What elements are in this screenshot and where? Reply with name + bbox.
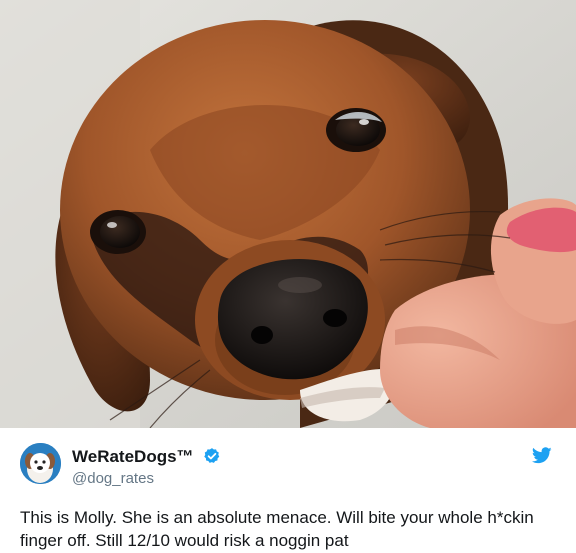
verified-badge-icon bbox=[204, 448, 220, 463]
dog-avatar-icon bbox=[20, 443, 61, 484]
display-name[interactable]: WeRateDogs™ bbox=[72, 447, 194, 467]
tweet-body: WeRateDogs™ @dog_rates This is Molly. Sh… bbox=[0, 428, 576, 553]
twitter-bird-icon[interactable] bbox=[532, 447, 552, 464]
avatar[interactable] bbox=[20, 443, 61, 484]
tweet-card: WeRateDogs™ @dog_rates This is Molly. Sh… bbox=[0, 0, 576, 553]
tweet-photo[interactable] bbox=[0, 0, 576, 428]
tweet-text: This is Molly. She is an absolute menace… bbox=[20, 508, 534, 550]
handle[interactable]: @dog_rates bbox=[72, 470, 154, 487]
puppy-photo-illustration bbox=[0, 0, 576, 428]
